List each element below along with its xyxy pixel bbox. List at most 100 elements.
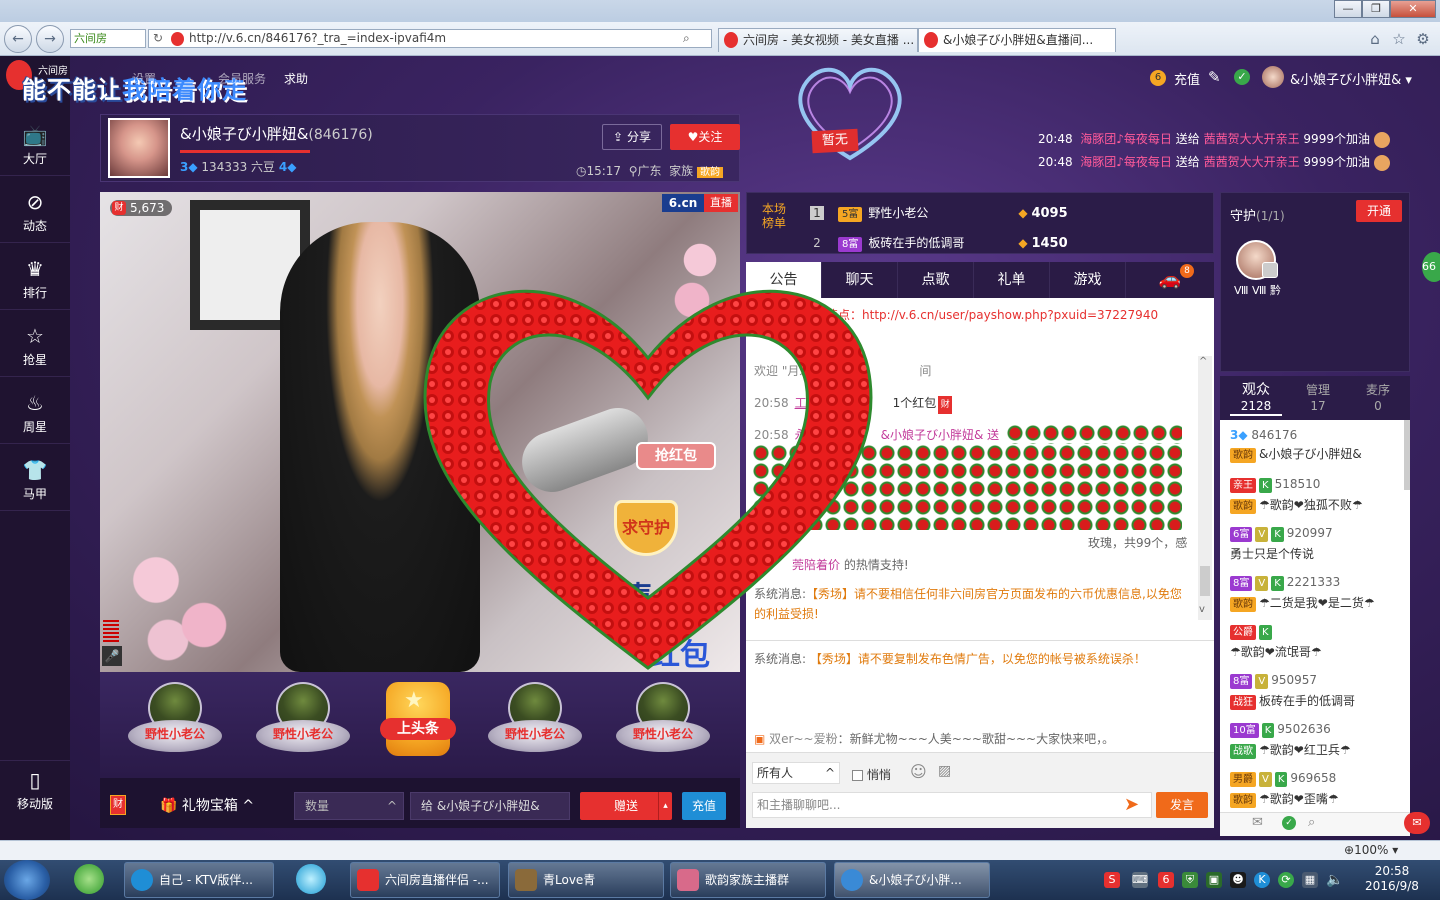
seat-slot[interactable]: 野性小老公: [616, 682, 710, 752]
chat-scrollbar-thumb[interactable]: [1200, 566, 1210, 596]
tab-song[interactable]: 点歌: [898, 262, 974, 298]
anchor-avatar[interactable]: [108, 118, 170, 178]
tab-car[interactable]: 🚗 8: [1126, 262, 1214, 298]
seat-slot[interactable]: 野性小老公: [128, 682, 222, 752]
tab-admins[interactable]: 管理 17: [1288, 382, 1348, 414]
chevron-up-icon[interactable]: ^: [1199, 356, 1207, 367]
gift-from[interactable]: 海豚团♪每夜每日: [1080, 132, 1172, 146]
topnav-help-link[interactable]: 求助: [284, 70, 308, 87]
favorites-star-icon[interactable]: ☆: [1390, 30, 1408, 48]
tray-penguin-icon[interactable]: ☻: [1230, 872, 1246, 888]
headline-button[interactable]: ★ 上头条: [380, 682, 456, 756]
gift-to[interactable]: 茜茜贺大大开亲王: [1204, 132, 1300, 146]
chat-user[interactable]: 永远莞: [795, 428, 831, 442]
topnav-settings-link[interactable]: 设置: [132, 70, 156, 87]
search-icon[interactable]: ⌕: [1308, 815, 1315, 830]
taskbar-item[interactable]: 六间房直播伴侣 -...: [350, 862, 500, 898]
follow-button[interactable]: ♥关注: [670, 124, 740, 150]
user-name[interactable]: &小娘子び小胖妞& ▾: [1290, 69, 1412, 88]
forward-button[interactable]: →: [36, 25, 64, 53]
grab-red-packet-button[interactable]: 抢红包: [636, 442, 716, 470]
audience-scrollbar-thumb[interactable]: [1404, 420, 1410, 490]
gift-quantity-input[interactable]: 数量 ^: [294, 792, 404, 820]
nav-hall[interactable]: 📺 大厅: [0, 110, 70, 176]
recharge-link[interactable]: 充值: [1174, 69, 1200, 88]
rank-row[interactable]: 2 8富 板砖在手的低调哥 ◆ 1450: [810, 234, 1068, 252]
recharge-button[interactable]: 充值: [682, 792, 726, 820]
tray-six-icon[interactable]: 6: [1158, 872, 1174, 888]
topnav-member-link[interactable]: 会员服务: [218, 70, 266, 87]
tray-network-icon[interactable]: ▦: [1302, 872, 1318, 888]
chevron-up-icon[interactable]: ▴: [658, 792, 672, 820]
pinned-app-icon[interactable]: [74, 864, 104, 894]
list-item[interactable]: 公爵 K ☂歌韵❤流氓哥☂: [1230, 624, 1322, 660]
start-button[interactable]: [4, 860, 50, 900]
send-gift-button[interactable]: 赠送 ▴: [580, 792, 672, 820]
check-icon[interactable]: ✓: [1282, 816, 1296, 830]
floating-badge[interactable]: 66: [1422, 252, 1440, 282]
chat-user[interactable]: 莞陪着价: [792, 558, 840, 572]
taskbar-item[interactable]: &小娘子び小胖...: [834, 862, 990, 898]
list-item[interactable]: 8富 V K 2221333 歌韵 ☂二货是我❤是二货☂: [1230, 575, 1375, 612]
tab-6cn-home[interactable]: 六间房 - 美女视频 - 美女直播 ...: [718, 28, 918, 52]
paper-plane-icon[interactable]: ➤: [1124, 794, 1139, 815]
taskbar-item[interactable]: 自己 - KTV版伴...: [124, 862, 274, 898]
list-item[interactable]: 6富 V K 920997 勇士只是个传说: [1230, 526, 1333, 562]
tray-volume-icon[interactable]: 🔈: [1326, 872, 1343, 888]
chevron-down-icon[interactable]: v: [1199, 604, 1205, 615]
tray-update-icon[interactable]: ⟳: [1278, 872, 1294, 888]
guard-name[interactable]: Ⅷ Ⅷ 黔: [1234, 282, 1281, 298]
refresh-icon[interactable]: ↻: [153, 30, 163, 47]
taskbar-clock[interactable]: 20:58 2016/9/8: [1362, 864, 1422, 894]
mic-icon[interactable]: 🎤: [102, 646, 122, 666]
settings-gear-icon[interactable]: ⚙: [1414, 30, 1432, 48]
tab-notice[interactable]: 公告: [746, 262, 822, 298]
audience-select[interactable]: 所有人 ^: [752, 762, 840, 784]
whisper-checkbox[interactable]: 悄悄: [852, 766, 891, 783]
chat-user[interactable]: 工业水泵: [795, 396, 843, 410]
list-item[interactable]: 10富 K 9502636 战歌 ☂歌韵❤红卫兵☂: [1230, 722, 1351, 759]
tab-audience[interactable]: 观众 2128: [1226, 382, 1286, 414]
edit-icon[interactable]: ✎: [1208, 68, 1221, 86]
mail-icon[interactable]: ✉: [1252, 815, 1263, 830]
recharge-link[interactable]: http://v.6.cn/user/payshow.php?pxuid=372…: [862, 308, 1158, 322]
nav-vest[interactable]: 👕 马甲: [0, 445, 70, 511]
taskbar-item[interactable]: 青Love青: [508, 862, 664, 898]
close-window-button[interactable]: ✕: [1390, 0, 1436, 18]
seat-slot[interactable]: 野性小老公: [256, 682, 350, 752]
home-icon[interactable]: ⌂: [1366, 30, 1384, 48]
user-avatar[interactable]: [1262, 66, 1284, 88]
tab-mic-queue[interactable]: 麦序 0: [1348, 382, 1408, 414]
gift-to[interactable]: 茜茜贺大大开亲王: [1204, 155, 1300, 169]
family-badge[interactable]: 歌韵: [697, 167, 724, 178]
tray-k-icon[interactable]: K: [1254, 872, 1270, 888]
nav-week-star[interactable]: ♨ 周星: [0, 378, 70, 444]
gift-recipient-select[interactable]: 给 &小娘子び小胖妞&: [410, 792, 570, 820]
taskbar-item[interactable]: 歌韵家族主播群: [670, 862, 826, 898]
restore-button[interactable]: ❐: [1362, 0, 1390, 18]
list-item[interactable]: 男爵 V K 969658 歌韵 ☂歌韵❤歪嘴☂: [1230, 771, 1339, 808]
rank-row[interactable]: 1 5富 野性小老公 ◆ 4095: [810, 204, 1068, 222]
tray-keyboard-icon[interactable]: ⌨: [1132, 872, 1148, 888]
back-button[interactable]: ←: [4, 25, 32, 53]
zoom-level[interactable]: ⊕100% ▾: [1344, 843, 1398, 857]
minimize-button[interactable]: —: [1334, 0, 1362, 18]
tray-s-icon[interactable]: S: [1104, 872, 1120, 888]
gift-from[interactable]: 海豚团♪每夜每日: [1080, 155, 1172, 169]
open-guard-button[interactable]: 开通: [1356, 200, 1402, 222]
tab-chat[interactable]: 聊天: [822, 262, 898, 298]
list-item[interactable]: 3◆ 846176 歌韵 &小娘子び小胖妞&: [1230, 428, 1362, 463]
search-icon[interactable]: ⌕: [683, 30, 690, 47]
nav-rank[interactable]: ♛ 排行: [0, 244, 70, 310]
image-icon[interactable]: ▨: [938, 763, 951, 779]
nav-dynamic[interactable]: ⊘ 动态: [0, 177, 70, 243]
nav-mobile[interactable]: ▯ 移动版: [0, 760, 70, 826]
list-item[interactable]: 亲王 K 518510 歌韵 ☂歌韵❤独孤不败☂: [1230, 477, 1363, 514]
emoji-icon[interactable]: ☺: [910, 762, 927, 781]
media-player-icon[interactable]: [296, 864, 326, 894]
site-identity-box[interactable]: 六间房: [70, 29, 146, 48]
tray-app-icon[interactable]: ▣: [1206, 872, 1222, 888]
tray-shield-icon[interactable]: ⛨: [1182, 872, 1198, 888]
gift-box-button[interactable]: 🎁 礼物宝箱 ^: [160, 795, 254, 815]
nav-grab-star[interactable]: ☆ 抢星: [0, 311, 70, 377]
